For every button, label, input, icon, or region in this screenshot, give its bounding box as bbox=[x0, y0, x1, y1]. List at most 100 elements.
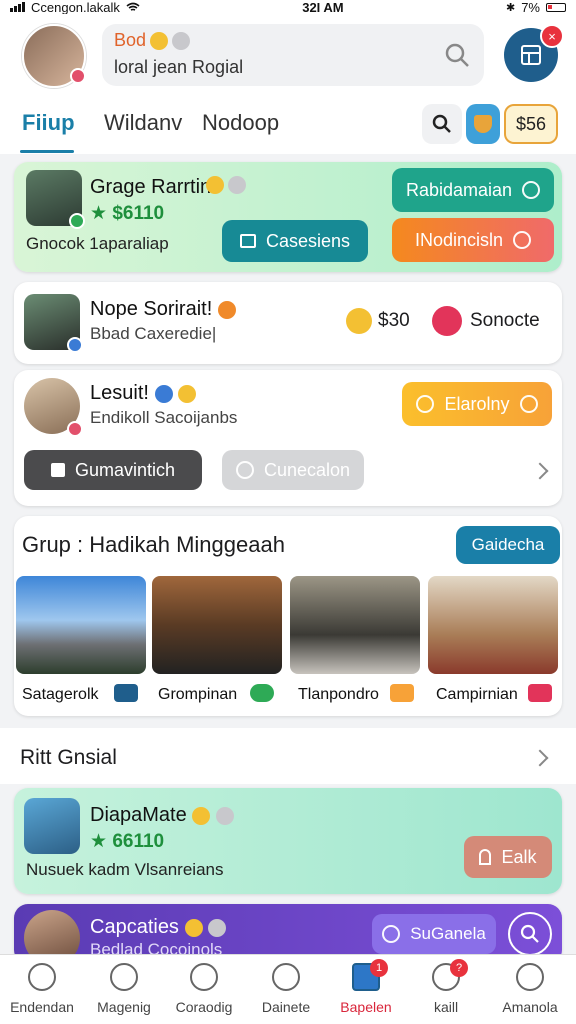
photo-caption: Campirnian bbox=[436, 686, 518, 703]
elarolny-button[interactable]: Elarolny bbox=[402, 382, 552, 426]
button-label: Cunecalon bbox=[263, 459, 351, 480]
person-icon bbox=[479, 849, 492, 865]
friend-card-3[interactable]: Lesuit! Endikoll Sacoijanbs Elarolny Gum… bbox=[14, 370, 562, 506]
smile-icon bbox=[178, 384, 197, 403]
active-tab-indicator bbox=[20, 150, 74, 153]
search-icon bbox=[432, 114, 451, 133]
button-label: Elarolny bbox=[444, 393, 510, 414]
gaidecha-button[interactable]: Gaidecha bbox=[456, 526, 560, 564]
search-icon[interactable] bbox=[444, 42, 470, 68]
chevron-right-icon[interactable] bbox=[531, 462, 549, 480]
casesiens-button[interactable]: Casesiens bbox=[222, 220, 368, 262]
chevron-right-icon[interactable] bbox=[531, 749, 549, 767]
home-icon bbox=[28, 963, 56, 991]
search-icon bbox=[520, 924, 539, 943]
smile-icon bbox=[184, 918, 203, 937]
tag-icon bbox=[390, 684, 414, 702]
score-value: 66110 bbox=[112, 831, 165, 852]
status-bar: Ccengon.lakalk 32I AM ✱ 7% bbox=[0, 0, 576, 15]
group-card: Grup : Hadikah Minggeaah Gaidecha Satage… bbox=[14, 516, 562, 716]
notification-badge: × bbox=[540, 24, 564, 48]
wifi-icon bbox=[126, 2, 140, 11]
rabidamaian-button[interactable]: Rabidamaian bbox=[392, 168, 554, 212]
shield-icon bbox=[474, 115, 492, 133]
link-icon bbox=[250, 684, 274, 702]
section-title: Ritt Gnsial bbox=[20, 746, 117, 769]
face-icon bbox=[208, 918, 227, 937]
friend-card-2[interactable]: Nope Sorirait! Bbad Caxeredie| $30 Sonoc… bbox=[14, 282, 562, 364]
suganela-button[interactable]: SuGanela bbox=[372, 914, 496, 954]
signal-icon bbox=[10, 2, 25, 12]
search-button[interactable] bbox=[508, 912, 552, 956]
timer-icon bbox=[382, 925, 401, 943]
tag-icon bbox=[528, 684, 552, 702]
badge-icon bbox=[67, 337, 83, 353]
user-avatar[interactable] bbox=[22, 24, 86, 88]
friend-subtitle: Nusuek kadm Vlsanreians bbox=[26, 860, 224, 879]
bag-icon bbox=[50, 463, 65, 477]
group-photo-1[interactable] bbox=[16, 576, 146, 674]
button-label: SuGanela bbox=[410, 924, 486, 943]
face-icon bbox=[215, 806, 234, 825]
friend-card-4[interactable]: DiapaMate ★ 66110 Nusuek kadm Vlsanreian… bbox=[14, 788, 562, 894]
nav-endendan[interactable]: Endendan bbox=[2, 963, 82, 1015]
nav-kaill[interactable]: ? kaill bbox=[406, 959, 486, 1015]
nav-magenig[interactable]: Magenig bbox=[84, 963, 164, 1015]
group-title: Grup : Hadikah Minggeaah bbox=[22, 532, 285, 557]
inodincisln-button[interactable]: INodincisln bbox=[392, 218, 554, 262]
search-subtitle: loral jean Rogial bbox=[114, 57, 244, 77]
photo-caption: Satagerolk bbox=[22, 686, 99, 703]
friend-subtitle: Bbad Caxeredie| bbox=[90, 324, 217, 343]
sonocte-button[interactable]: Sonocte bbox=[470, 310, 540, 332]
price-label: $30 bbox=[378, 310, 410, 331]
section-header[interactable]: Ritt Gnsial bbox=[0, 728, 576, 784]
cunecalon-button[interactable]: Cunecalon bbox=[222, 450, 364, 490]
friend-card-1[interactable]: Grage Rarrtin ★ $6110 Gnocok 1aparaliap … bbox=[14, 162, 562, 272]
house-icon: 1 bbox=[352, 959, 388, 991]
button-label: Rabidamaian bbox=[405, 179, 513, 200]
friend-name: Lesuit! bbox=[90, 382, 197, 405]
person-icon bbox=[190, 963, 218, 991]
gumavintich-button[interactable]: Gumavintich bbox=[24, 450, 202, 490]
friend-name: DiapaMate bbox=[90, 804, 234, 827]
smile-icon bbox=[192, 806, 211, 825]
sonocte-icon[interactable] bbox=[432, 306, 462, 336]
friend-name: Nope Sorirait! bbox=[90, 298, 236, 321]
group-photo-4[interactable] bbox=[428, 576, 558, 674]
friend-name: Grage Rarrtin bbox=[90, 176, 212, 198]
menu-button[interactable]: × bbox=[504, 24, 564, 82]
search-icon bbox=[416, 395, 435, 413]
nav-label: Magenig bbox=[97, 999, 151, 1015]
briefcase-icon bbox=[239, 234, 256, 248]
time-label: 32I AM bbox=[302, 0, 344, 15]
search-tool-button[interactable] bbox=[422, 104, 462, 144]
avatar bbox=[24, 294, 83, 353]
nav-label: Bapelen bbox=[340, 999, 392, 1015]
tab-nodoop[interactable]: Nodoop bbox=[202, 110, 279, 136]
ealk-button[interactable]: Ealk bbox=[464, 836, 552, 878]
nav-coraodig[interactable]: Coraodig bbox=[164, 963, 244, 1015]
header: Bod loral jean Rogial × Fiiup Wildanv No… bbox=[0, 14, 576, 154]
search-title: Bod bbox=[114, 30, 147, 50]
nav-bapelen[interactable]: 1 Bapelen bbox=[326, 959, 406, 1015]
price-button[interactable]: $56 bbox=[504, 104, 558, 144]
bottom-nav: Endendan Magenig Coraodig Dainete 1 Bapel… bbox=[0, 954, 576, 1024]
button-label: Casesiens bbox=[265, 230, 351, 251]
shield-button[interactable] bbox=[466, 104, 500, 144]
nav-label: Endendan bbox=[10, 999, 74, 1015]
tab-bar: Fiiup Wildanv Nodoop $56 bbox=[0, 104, 576, 154]
plus-circle-icon bbox=[272, 963, 300, 991]
group-photo-2[interactable] bbox=[152, 576, 282, 674]
tab-fiiup[interactable]: Fiiup bbox=[22, 110, 75, 136]
battery-label: 7% bbox=[521, 0, 540, 15]
nav-label: Amanola bbox=[502, 999, 558, 1015]
friend-score: ★ $6110 bbox=[90, 203, 165, 224]
friend-subtitle: Endikoll Sacoijanbs bbox=[90, 408, 238, 427]
avatar bbox=[24, 378, 83, 437]
search-box[interactable]: Bod loral jean Rogial bbox=[102, 24, 484, 86]
nav-amanola[interactable]: Amanola bbox=[490, 963, 570, 1015]
nav-dainete[interactable]: Dainete bbox=[246, 963, 326, 1015]
group-photo-3[interactable] bbox=[290, 576, 420, 674]
tab-wildanv[interactable]: Wildanv bbox=[104, 110, 182, 136]
tag-icon bbox=[114, 684, 138, 702]
